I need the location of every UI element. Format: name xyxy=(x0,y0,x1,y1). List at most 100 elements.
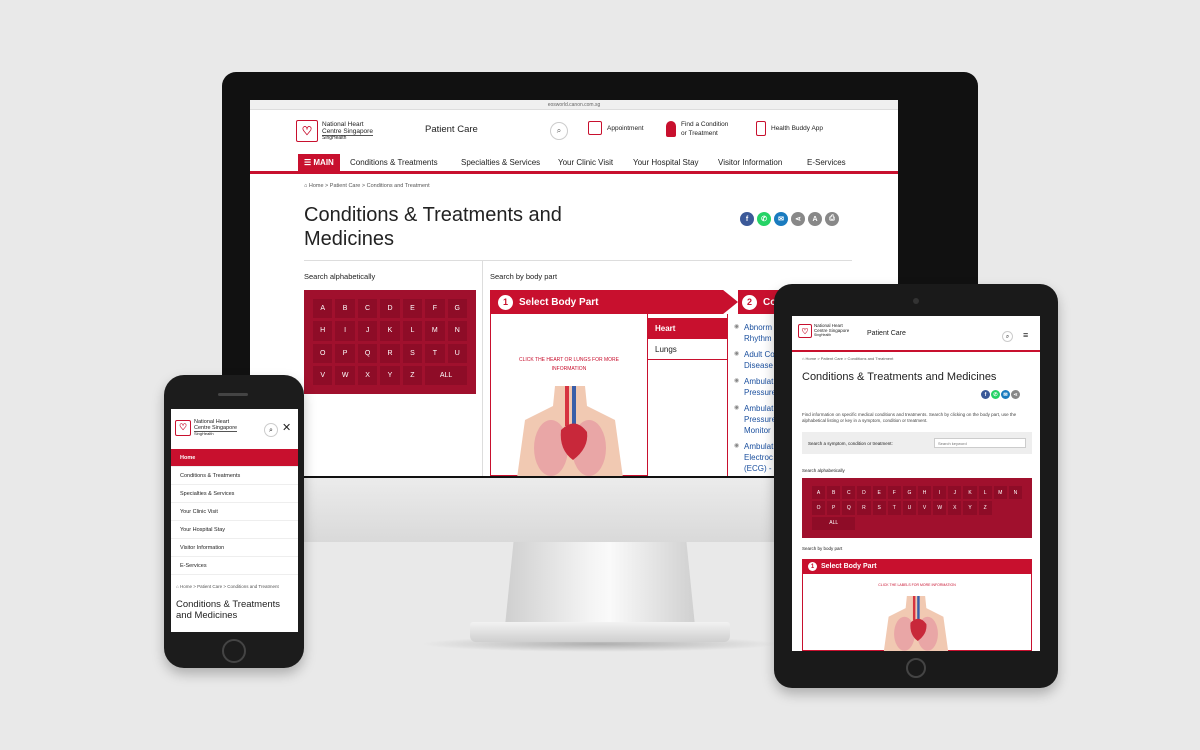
desktop-letter-n[interactable]: N xyxy=(447,321,467,341)
tablet-letter-all[interactable]: ALL xyxy=(812,516,856,530)
tablet-letter-q[interactable]: Q xyxy=(842,501,856,515)
phone-menu-item-e-services[interactable]: E-Services xyxy=(171,557,298,575)
search-icon[interactable]: ⌕ xyxy=(1002,331,1013,342)
desktop-letter-b[interactable]: B xyxy=(335,299,355,319)
tablet-letter-f[interactable]: F xyxy=(887,486,901,500)
tablet-letter-i[interactable]: I xyxy=(933,486,947,500)
email-icon[interactable]: ✉ xyxy=(774,212,788,226)
tablet-letter-b[interactable]: B xyxy=(827,486,841,500)
tablet-letter-t[interactable]: T xyxy=(887,501,901,515)
health-buddy-link[interactable]: Health Buddy App xyxy=(756,121,823,136)
desktop-letter-t[interactable]: T xyxy=(425,343,445,363)
phone-menu-item-home[interactable]: Home xyxy=(171,449,298,467)
tablet-letter-j[interactable]: J xyxy=(948,486,962,500)
tablet-letter-c[interactable]: C xyxy=(842,486,856,500)
desktop-letter-d[interactable]: D xyxy=(380,299,400,319)
search-icon[interactable]: ⌕ xyxy=(264,423,278,437)
tablet-letter-a[interactable]: A xyxy=(812,486,826,500)
tablet-letter-n[interactable]: N xyxy=(1008,486,1022,500)
nav-specialties[interactable]: Specialties & Services xyxy=(461,152,540,174)
print-icon[interactable]: ⎙ xyxy=(825,212,839,226)
anatomy-illustration[interactable] xyxy=(515,386,625,476)
desktop-letter-p[interactable]: P xyxy=(335,343,355,363)
email-icon[interactable]: ✉ xyxy=(1001,390,1010,399)
desktop-letter-g[interactable]: G xyxy=(447,299,467,319)
bullet-icon: ◉ xyxy=(734,324,740,330)
desktop-letter-w[interactable]: W xyxy=(335,365,355,385)
tablet-letter-o[interactable]: O xyxy=(812,501,826,515)
phone-logo[interactable]: ♡ National Heart Centre Singapore SingHe… xyxy=(175,419,238,436)
desktop-letter-j[interactable]: J xyxy=(357,321,378,341)
phone-menu-item-your-hospital-stay[interactable]: Your Hospital Stay xyxy=(171,521,298,539)
desktop-letter-m[interactable]: M xyxy=(425,321,445,341)
share-icon[interactable]: ⋖ xyxy=(1011,390,1020,399)
tablet-letter-p[interactable]: P xyxy=(827,501,841,515)
desktop-letter-all[interactable]: ALL xyxy=(425,365,467,385)
tablet-anatomy-illustration[interactable] xyxy=(873,596,959,651)
desktop-letter-y[interactable]: Y xyxy=(380,365,400,385)
desktop-letter-f[interactable]: F xyxy=(425,299,445,319)
close-icon[interactable]: ✕ xyxy=(282,421,291,434)
tablet-search-input[interactable] xyxy=(934,438,1026,448)
nav-clinic-visit[interactable]: Your Clinic Visit xyxy=(558,152,613,174)
desktop-letter-a[interactable]: A xyxy=(313,299,333,319)
desktop-letter-r[interactable]: R xyxy=(380,343,400,363)
tablet-letter-s[interactable]: S xyxy=(872,501,886,515)
share-icon[interactable]: ⋖ xyxy=(791,212,805,226)
tablet-logo[interactable]: ♡ National Heart Centre Singapore SingHe… xyxy=(798,323,849,338)
tablet-letter-u[interactable]: U xyxy=(902,501,916,515)
part-lungs[interactable]: Lungs xyxy=(648,339,727,360)
iphone-home-button[interactable] xyxy=(222,639,246,663)
ipad-home-button[interactable] xyxy=(906,658,926,678)
tablet-letter-m[interactable]: M xyxy=(993,486,1007,500)
phone-menu-item-conditions-treatments[interactable]: Conditions & Treatments xyxy=(171,467,298,485)
desktop-letter-s[interactable]: S xyxy=(402,343,423,363)
tablet-letter-y[interactable]: Y xyxy=(963,501,977,515)
desktop-letter-k[interactable]: K xyxy=(380,321,400,341)
tablet-letter-v[interactable]: V xyxy=(918,501,932,515)
whatsapp-icon[interactable]: ✆ xyxy=(991,390,1000,399)
tablet-letter-g[interactable]: G xyxy=(902,486,916,500)
search-icon[interactable]: ⌕ xyxy=(550,122,568,140)
phone-menu-item-visitor-information[interactable]: Visitor Information xyxy=(171,539,298,557)
tablet-letter-d[interactable]: D xyxy=(857,486,871,500)
desktop-letter-c[interactable]: C xyxy=(357,299,378,319)
desktop-letter-l[interactable]: L xyxy=(402,321,423,341)
browser-address-bar[interactable]: eosworld.canon.com.sg xyxy=(250,100,898,110)
appointment-link[interactable]: Appointment xyxy=(588,121,644,135)
nav-visitor-info[interactable]: Visitor Information xyxy=(718,152,782,174)
hamburger-icon[interactable]: ≡ xyxy=(1023,330,1028,340)
nav-conditions[interactable]: Conditions & Treatments xyxy=(350,152,438,174)
whatsapp-icon[interactable]: ✆ xyxy=(757,212,771,226)
desktop-letter-v[interactable]: V xyxy=(313,365,333,385)
site-logo[interactable]: ♡ National Heart Centre Singapore SingHe… xyxy=(296,117,386,145)
desktop-letter-e[interactable]: E xyxy=(402,299,423,319)
tablet-letter-w[interactable]: W xyxy=(933,501,947,515)
tablet-letter-h[interactable]: H xyxy=(918,486,932,500)
nav-hospital-stay[interactable]: Your Hospital Stay xyxy=(633,152,699,174)
tablet-letter-e[interactable]: E xyxy=(872,486,886,500)
desktop-letter-x[interactable]: X xyxy=(357,365,378,385)
find-condition-link[interactable]: Find a Condition or Treatment xyxy=(666,120,728,138)
phone-menu-item-your-clinic-visit[interactable]: Your Clinic Visit xyxy=(171,503,298,521)
desktop-letter-o[interactable]: O xyxy=(313,343,333,363)
nav-eservices[interactable]: E-Services xyxy=(807,152,846,174)
tablet-letter-x[interactable]: X xyxy=(948,501,962,515)
desktop-letter-u[interactable]: U xyxy=(447,343,467,363)
desktop-letter-h[interactable]: H xyxy=(313,321,333,341)
step1-header: 1 Select Body Part xyxy=(490,290,738,314)
desktop-letter-z[interactable]: Z xyxy=(402,365,423,385)
desktop-letter-i[interactable]: I xyxy=(335,321,355,341)
tablet-letter-l[interactable]: L xyxy=(978,486,992,500)
phone-menu-item-specialties-services[interactable]: Specialties & Services xyxy=(171,485,298,503)
facebook-icon[interactable]: f xyxy=(981,390,990,399)
tablet-letter-k[interactable]: K xyxy=(963,486,977,500)
font-size-icon[interactable]: A xyxy=(808,212,822,226)
phone-menu: Home Conditions & Treatments Specialties &… xyxy=(171,449,298,575)
tablet-letter-z[interactable]: Z xyxy=(978,501,992,515)
tablet-letter-r[interactable]: R xyxy=(857,501,871,515)
desktop-letter-q[interactable]: Q xyxy=(357,343,378,363)
main-menu-button[interactable]: ☰ MAIN xyxy=(298,154,340,172)
part-heart[interactable]: Heart xyxy=(648,318,727,339)
facebook-icon[interactable]: f xyxy=(740,212,754,226)
